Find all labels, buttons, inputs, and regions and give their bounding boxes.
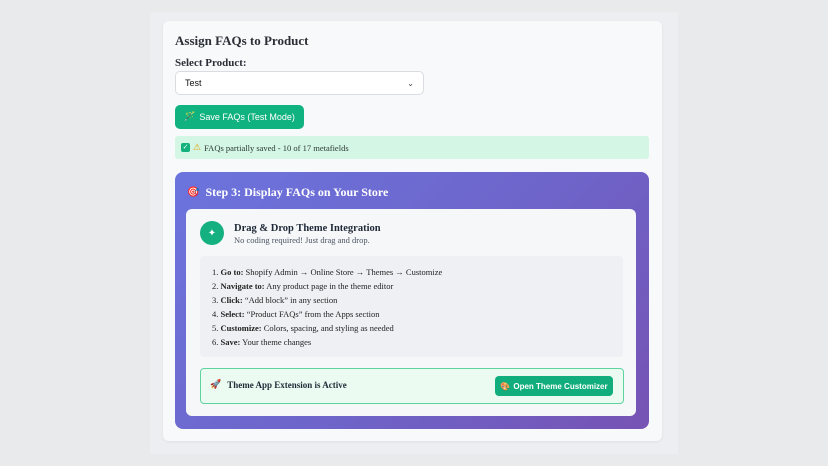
save-faqs-button[interactable]: 🪄 Save FAQs (Test Mode) — [175, 105, 304, 129]
status-text: FAQs partially saved - 10 of 17 metafiel… — [204, 142, 349, 153]
palette-icon: 🎨 — [500, 381, 511, 391]
step3-title: Step 3: Display FAQs on Your Store — [205, 185, 389, 199]
warning-icon: ⚠ — [193, 142, 202, 153]
list-item: 3. Click: “Add block” in any section — [212, 295, 338, 305]
open-theme-customizer-label: Open Theme Customizer — [513, 381, 608, 391]
page-title: Assign FAQs to Product — [175, 33, 309, 48]
rocket-icon: 🚀 — [210, 380, 222, 390]
product-select-label: Select Product: — [175, 57, 247, 69]
check-icon: ✓ — [181, 143, 190, 152]
status-banner: ✓ ⚠ FAQs partially saved - 10 of 17 meta… — [175, 136, 649, 159]
extension-status-text: Theme App Extension is Active — [227, 380, 347, 390]
product-select-value: Test — [185, 78, 202, 88]
list-item: 2. Navigate to: Any product page in the … — [212, 281, 394, 291]
integration-title: Drag & Drop Theme Integration — [234, 223, 381, 234]
step3-heading: 🎯 Step 3: Display FAQs on Your Store — [187, 185, 388, 200]
chevron-down-icon: ⌄ — [407, 78, 414, 88]
open-theme-customizer-button[interactable]: 🎨 Open Theme Customizer — [495, 376, 613, 396]
target-icon: 🎯 — [187, 187, 200, 198]
product-select[interactable]: Test ⌄ — [175, 71, 424, 95]
extension-status: 🚀 Theme App Extension is Active — [210, 380, 347, 390]
integration-subtitle: No coding required! Just drag and drop. — [234, 235, 370, 245]
list-item: 4. Select: “Product FAQs” from the Apps … — [212, 309, 380, 319]
list-item: 1. Go to: Shopify Admin → Online Store →… — [212, 267, 443, 277]
list-item: 6. Save: Your theme changes — [212, 337, 312, 347]
save-faqs-label: Save FAQs (Test Mode) — [199, 112, 295, 122]
wand-icon: 🪄 — [184, 112, 196, 122]
instruction-list: 1. Go to: Shopify Admin → Online Store →… — [200, 256, 623, 357]
sparkle-icon: ✦ — [200, 221, 224, 245]
list-item: 5. Customize: Colors, spacing, and styli… — [212, 323, 394, 333]
